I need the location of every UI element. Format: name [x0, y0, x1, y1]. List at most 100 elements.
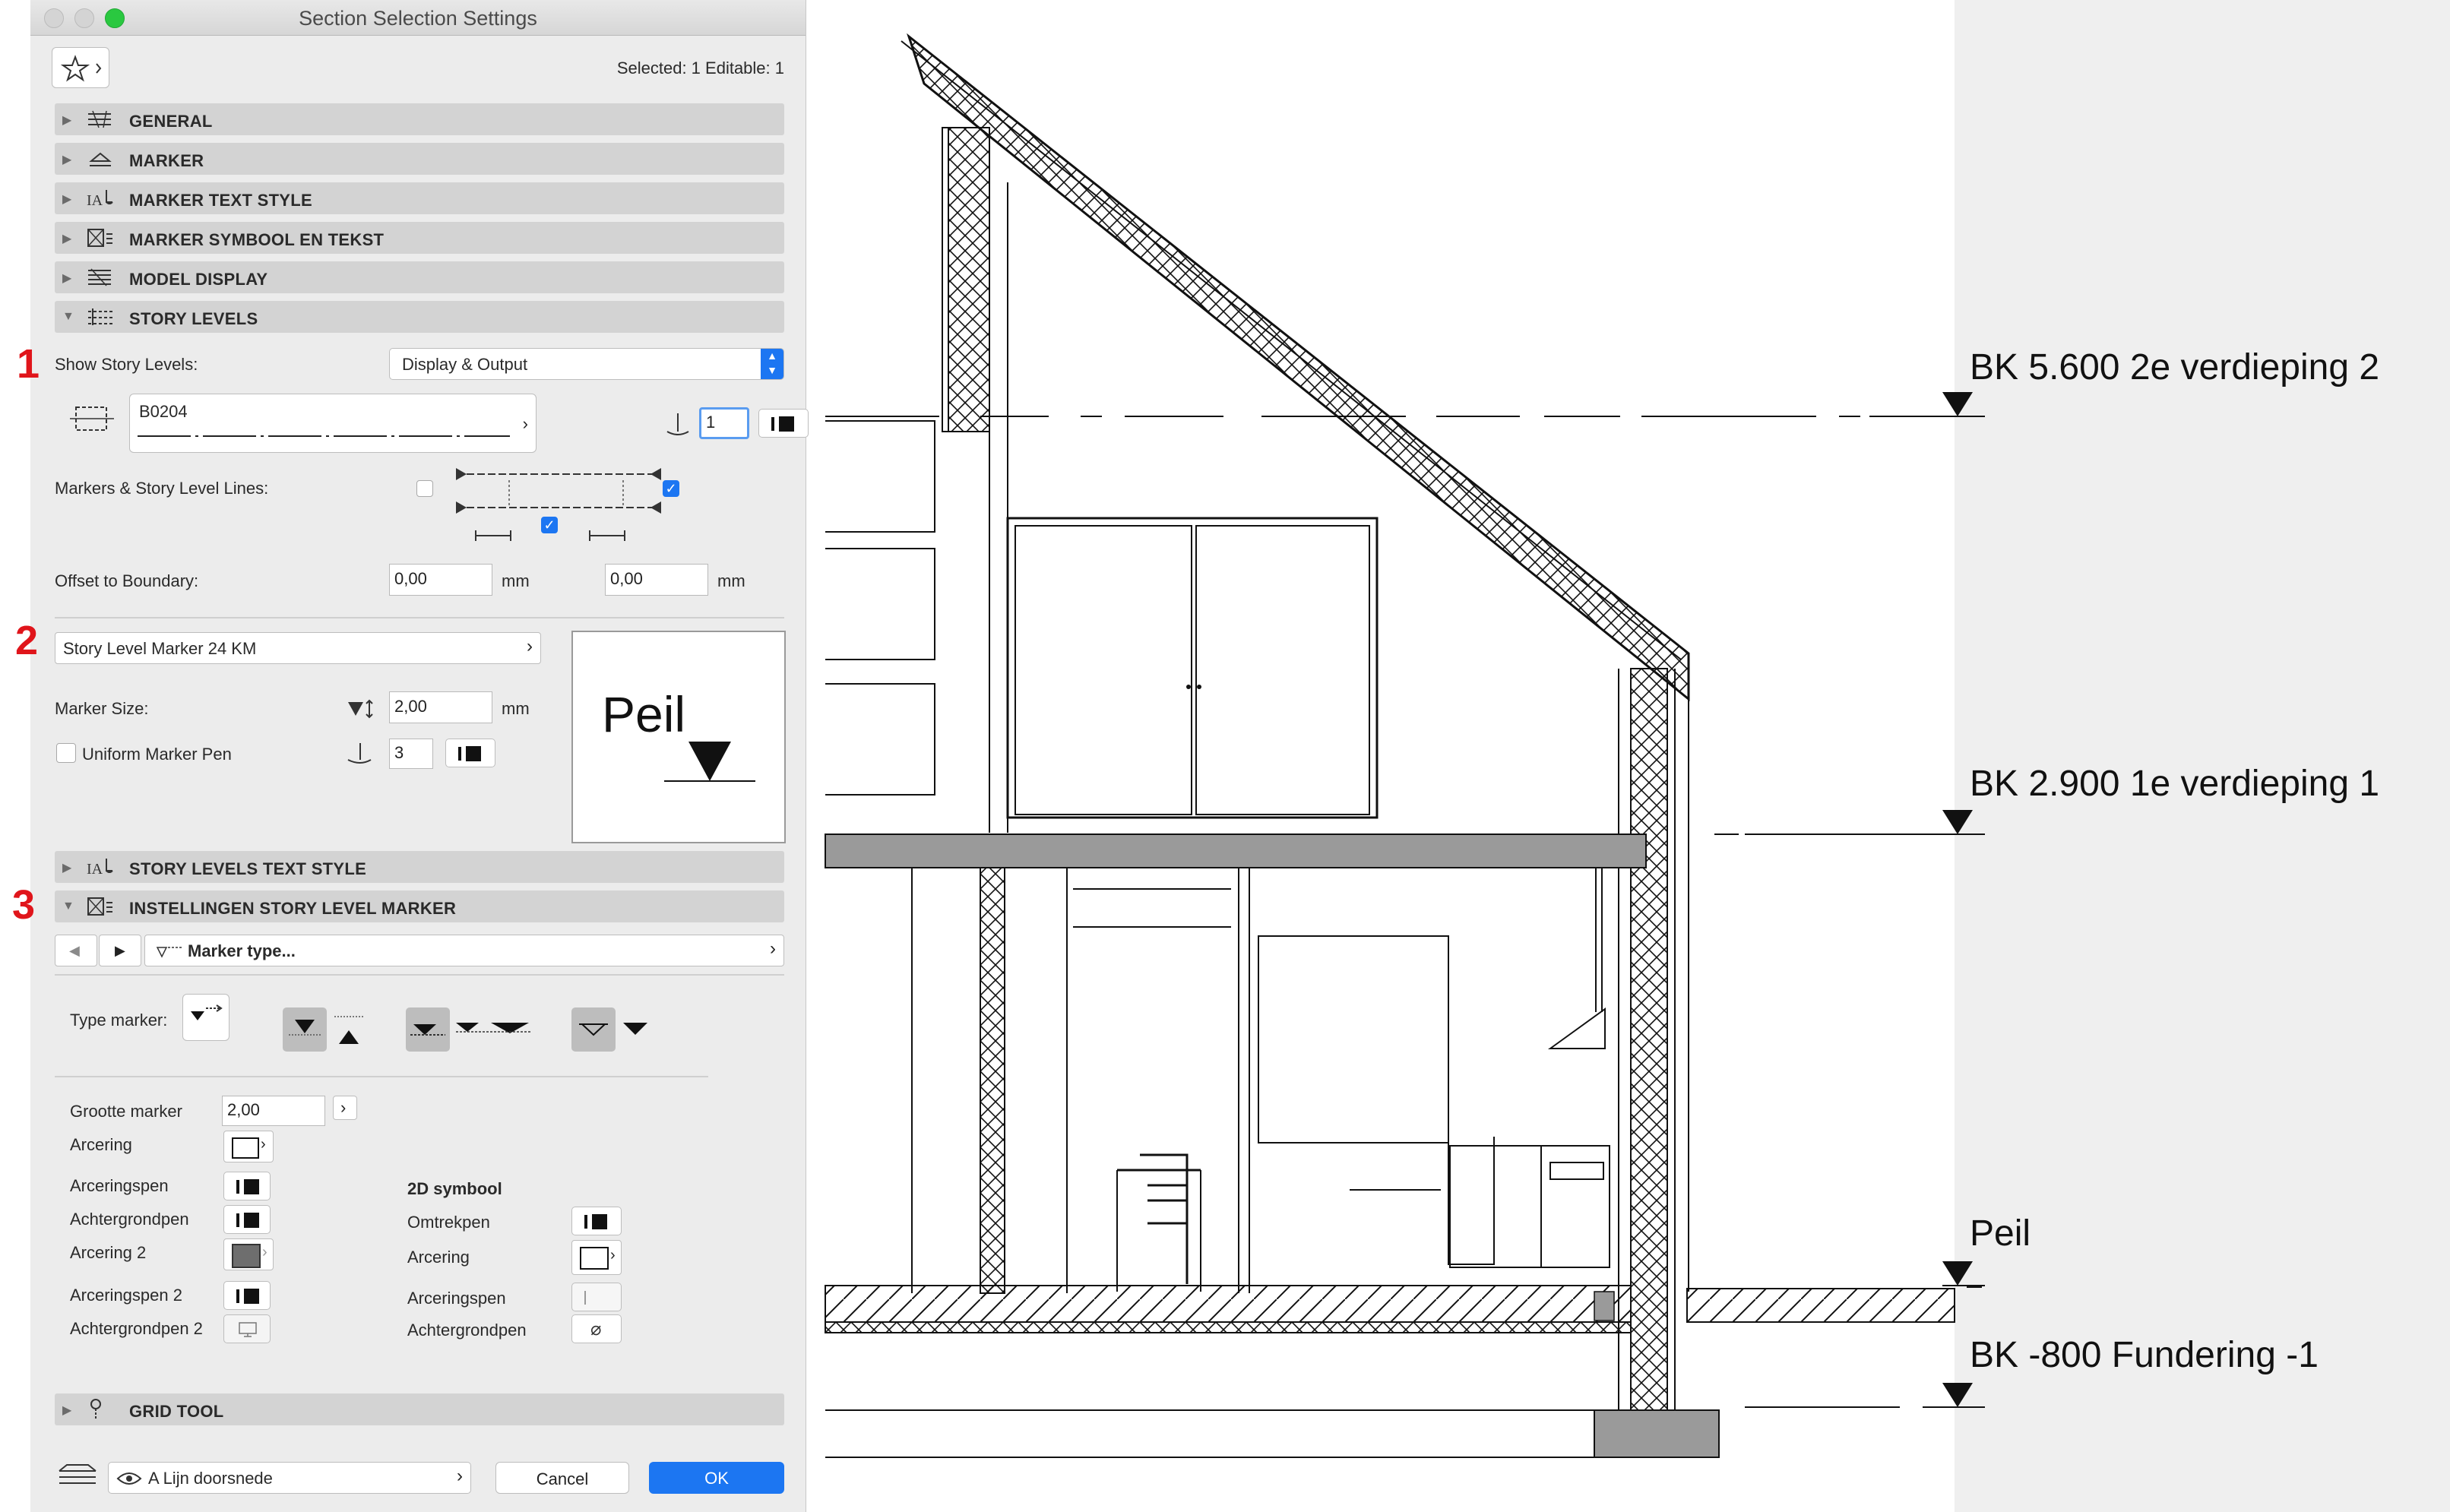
section-label: MARKER	[129, 151, 204, 170]
omtrekpen-button[interactable]	[571, 1207, 622, 1235]
marker-icon	[89, 152, 112, 166]
section-story-levels[interactable]: ▼ STORY LEVELS	[55, 301, 784, 333]
arceringspen-label: Arceringspen	[70, 1176, 169, 1195]
achtergrondpen-button[interactable]	[223, 1205, 271, 1234]
section-model-display[interactable]: ▶ MODEL DISPLAY	[55, 261, 784, 293]
uniform-pen-color-button[interactable]	[445, 739, 495, 767]
line-type-icon	[70, 406, 114, 431]
omtrekpen-label: Omtrekpen	[407, 1213, 490, 1232]
level-label-fundering: BK -800 Fundering -1	[1970, 1335, 2319, 1375]
arceringspen-2-button[interactable]	[223, 1281, 271, 1310]
section-label: INSTELLINGEN STORY LEVEL MARKER	[129, 899, 457, 918]
pen-color-button[interactable]	[758, 409, 809, 438]
previous-page-button[interactable]: ◀	[55, 935, 97, 966]
achtergrondpen-2-button[interactable]	[223, 1314, 271, 1343]
achtergrondpen-label: Achtergrondpen	[70, 1210, 189, 1229]
level-label-1: BK 2.900 1e verdieping 1	[1970, 764, 2380, 804]
general-settings-icon	[88, 110, 111, 128]
marker-type-selector[interactable]: Story Level Marker 24 KM ›	[55, 632, 541, 664]
section-marker-text-style[interactable]: ▶ IA MARKER TEXT STYLE	[55, 182, 784, 214]
section-grid-tool[interactable]: ▶ GRID TOOL	[55, 1393, 784, 1425]
favorites-button[interactable]	[52, 47, 109, 88]
section-label: MARKER SYMBOOL EN TEKST	[129, 230, 385, 249]
title-bar: Section Selection Settings	[30, 0, 806, 36]
grid-tool-icon	[90, 1399, 101, 1419]
arcering-fill-button[interactable]: ›	[223, 1131, 274, 1162]
divider	[55, 974, 784, 976]
unit-label: mm	[502, 699, 530, 718]
middle-line-checkbox[interactable]: ✓	[541, 517, 558, 533]
line-type-name: B0204	[139, 402, 188, 421]
pen-number-input[interactable]: 1	[699, 407, 749, 439]
pen-icon	[347, 743, 372, 764]
marker-style-option-2[interactable]	[406, 1007, 450, 1052]
markers-lines-label: Markers & Story Level Lines:	[55, 479, 269, 498]
next-page-button[interactable]: ▶	[99, 935, 141, 966]
arceringspen-2-label: Arceringspen 2	[70, 1286, 182, 1305]
line-type-preview	[138, 435, 510, 437]
line-type-selector[interactable]: B0204 ›	[129, 394, 537, 453]
left-marker-checkbox[interactable]	[416, 480, 433, 497]
arcering-2-fill-button[interactable]: ›	[223, 1238, 274, 1270]
symbol-arcering-button[interactable]: ›	[571, 1240, 622, 1275]
symbol-achtergrondpen-button[interactable]: ⌀	[571, 1314, 622, 1343]
marker-type-page-selector[interactable]: Marker type... ›	[144, 935, 784, 966]
marker-style-option-3[interactable]	[571, 1007, 616, 1052]
uniform-pen-input[interactable]: 3	[389, 739, 433, 769]
no-pen-icon: ⌀	[590, 1319, 602, 1340]
chevron-right-icon: ›	[262, 1244, 267, 1261]
layer-selector[interactable]: A Lijn doorsnede ›	[108, 1462, 471, 1494]
annotation-3: 3	[12, 882, 36, 928]
marker-hollow-icon	[579, 1023, 608, 1036]
expand-arrow-icon: ▶	[62, 862, 72, 875]
right-marker-checkbox[interactable]: ✓	[663, 480, 679, 497]
level-marker-icon	[664, 742, 755, 782]
section-marker[interactable]: ▶ MARKER	[55, 143, 784, 175]
show-story-levels-select[interactable]: Display & Output ▲ ▼	[389, 348, 784, 380]
symbol-arceringspen-button[interactable]	[571, 1283, 622, 1311]
offset-left-input[interactable]: 0,00	[389, 564, 492, 596]
offset-right-input[interactable]: 0,00	[605, 564, 708, 596]
symbol-text-icon	[87, 229, 112, 247]
level-label-peil: Peil	[1970, 1213, 2031, 1254]
cancel-label: Cancel	[536, 1469, 589, 1488]
monitor-icon	[239, 1322, 257, 1337]
window-title: Section Selection Settings	[299, 7, 537, 30]
section-label: GENERAL	[129, 112, 213, 131]
arceringspen-button[interactable]	[223, 1172, 271, 1200]
text-style-icon: IA	[87, 190, 113, 209]
collapse-arrow-icon: ▼	[62, 900, 74, 913]
marker-size-input[interactable]: 2,00	[389, 691, 492, 723]
svg-text:IA: IA	[87, 861, 103, 878]
section-story-levels-text-style[interactable]: ▶ IA STORY LEVELS TEXT STYLE	[55, 851, 784, 883]
level-label-2: BK 5.600 2e verdieping 2	[1970, 347, 2380, 387]
marker-style-option-1[interactable]	[283, 1007, 327, 1052]
triangle-left-icon: ◀	[69, 943, 80, 958]
grootte-input[interactable]: 2,00	[222, 1096, 325, 1126]
grootte-stepper[interactable]: ›	[333, 1096, 357, 1120]
section-marker-symbool[interactable]: ▶ MARKER SYMBOOL EN TEKST	[55, 222, 784, 254]
cancel-button[interactable]: Cancel	[495, 1462, 629, 1494]
section-label: STORY LEVELS	[129, 309, 258, 328]
annotation-2: 2	[15, 618, 39, 663]
uniform-pen-checkbox[interactable]	[56, 743, 76, 763]
layers-icon	[59, 1464, 97, 1484]
expand-arrow-icon: ▶	[62, 114, 72, 127]
chevron-right-icon: ›	[522, 414, 528, 433]
marker-up-icon	[334, 1016, 363, 1044]
model-display-icon	[88, 268, 111, 286]
section-instellingen-marker[interactable]: ▼ INSTELLINGEN STORY LEVEL MARKER	[55, 890, 784, 922]
section-general[interactable]: ▶ GENERAL	[55, 103, 784, 135]
unit-label: mm	[502, 571, 530, 590]
eye-icon	[116, 1472, 142, 1485]
section-label: MARKER TEXT STYLE	[129, 191, 312, 210]
type-marker-picker[interactable]	[182, 994, 229, 1041]
divider	[55, 1076, 708, 1077]
ok-label: OK	[704, 1469, 729, 1488]
star-icon	[60, 55, 102, 82]
ok-button[interactable]: OK	[649, 1462, 784, 1494]
marker-preview: Peil	[571, 631, 786, 843]
marker-size-label: Marker Size:	[55, 699, 149, 718]
expand-arrow-icon: ▶	[62, 193, 72, 206]
svg-text:IA: IA	[87, 192, 103, 209]
